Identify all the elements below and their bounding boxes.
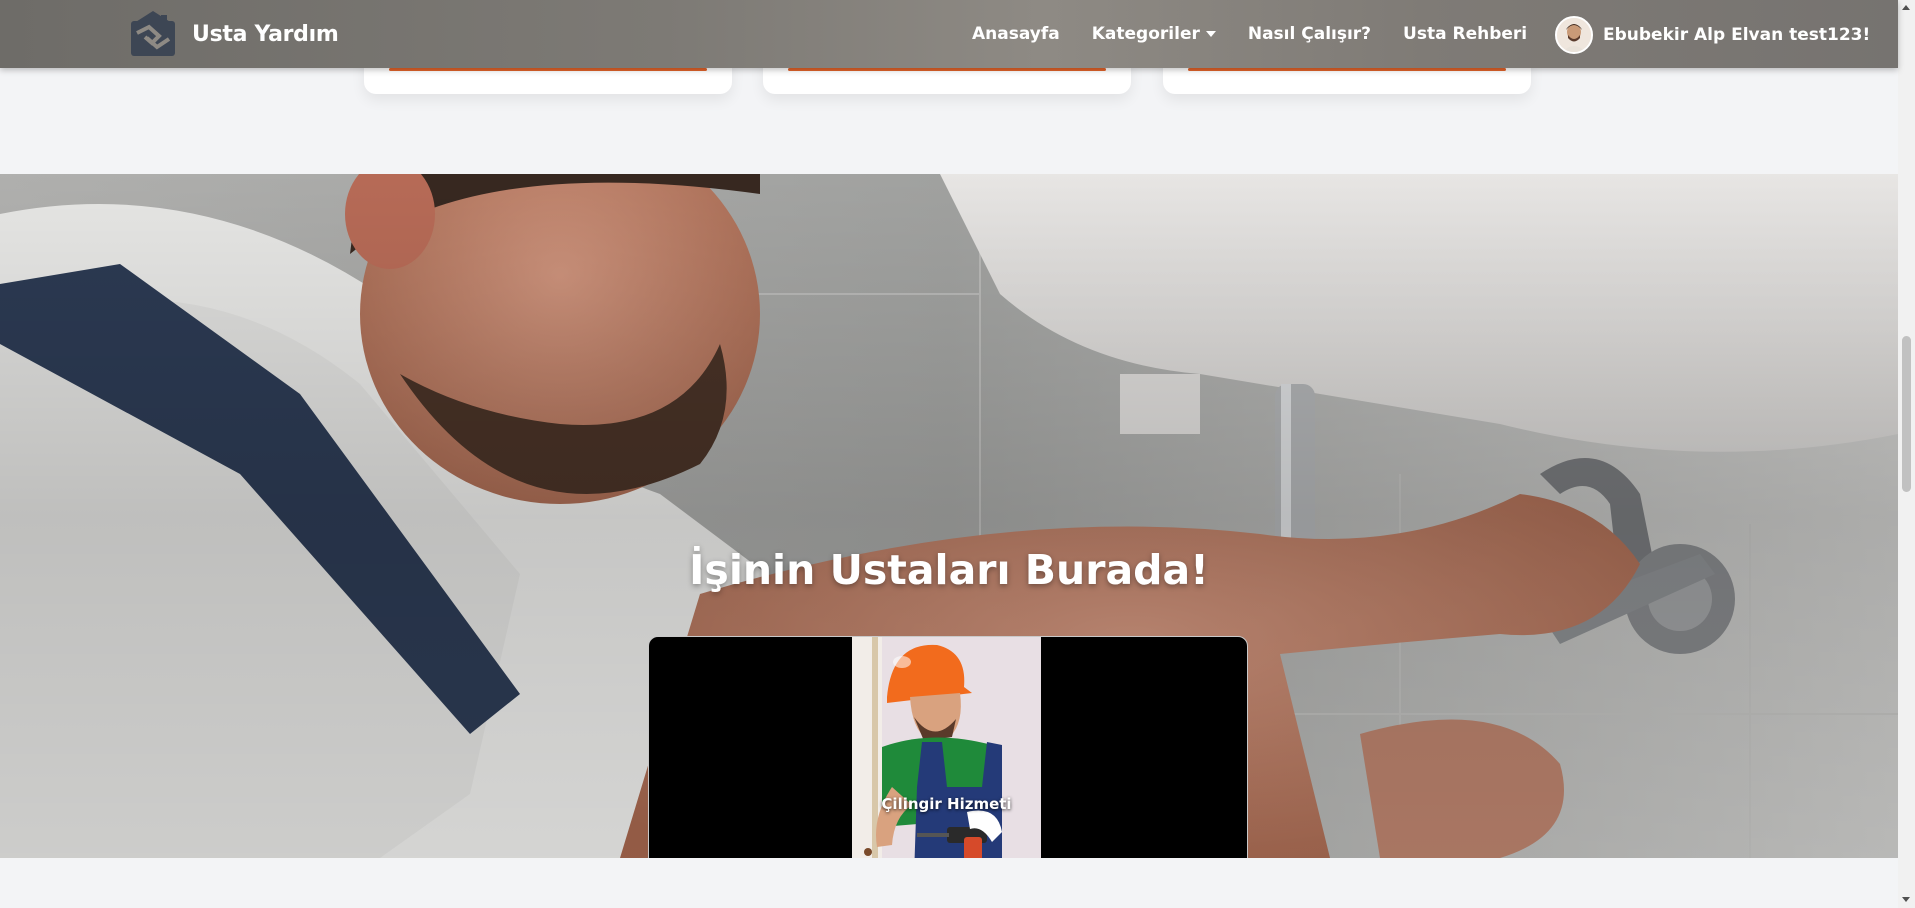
nav-master-guide-link[interactable]: Usta Rehberi (1403, 24, 1527, 44)
nav-categories-label: Kategoriler (1091, 24, 1200, 44)
scroll-down-arrow-icon[interactable] (1902, 897, 1910, 902)
promo-video-player[interactable]: Çilingir Hizmeti (648, 636, 1248, 858)
nav-home-link[interactable]: Anasayfa (972, 24, 1060, 44)
card-accent-bar (788, 68, 1106, 71)
avatar-portrait-icon (1557, 18, 1591, 52)
scrollbar-thumb[interactable] (1902, 336, 1911, 492)
page-scrollbar[interactable] (1898, 0, 1915, 908)
nav-categories-dropdown[interactable]: Kategoriler (1092, 24, 1216, 44)
brand-logo-icon (131, 11, 175, 56)
brand-link[interactable]: Usta Yardım (128, 8, 339, 60)
brand-name: Usta Yardım (192, 21, 339, 47)
main-nav: Anasayfa Kategoriler Nasıl Çalışır? Usta… (972, 0, 1559, 68)
nav-how-it-works-link[interactable]: Nasıl Çalışır? (1248, 24, 1371, 44)
top-navbar: Usta Yardım Anasayfa Kategoriler Nasıl Ç… (0, 0, 1898, 68)
caret-down-icon (1205, 31, 1216, 37)
card-accent-bar (389, 68, 707, 71)
user-menu[interactable]: Ebubekir Alp Elvan test123! (1555, 16, 1870, 54)
hero-section: İşinin Ustaları Burada! Çilingir Hizmeti (0, 174, 1898, 858)
card-accent-bar (1188, 68, 1506, 71)
locksmith-video-frame (852, 637, 1041, 858)
hero-title: İşinin Ustaları Burada! (689, 546, 1209, 594)
user-avatar (1555, 16, 1593, 54)
video-caption: Çilingir Hizmeti (881, 795, 1012, 813)
scroll-up-arrow-icon[interactable] (1902, 5, 1910, 10)
user-name: Ebubekir Alp Elvan test123! (1603, 25, 1871, 45)
